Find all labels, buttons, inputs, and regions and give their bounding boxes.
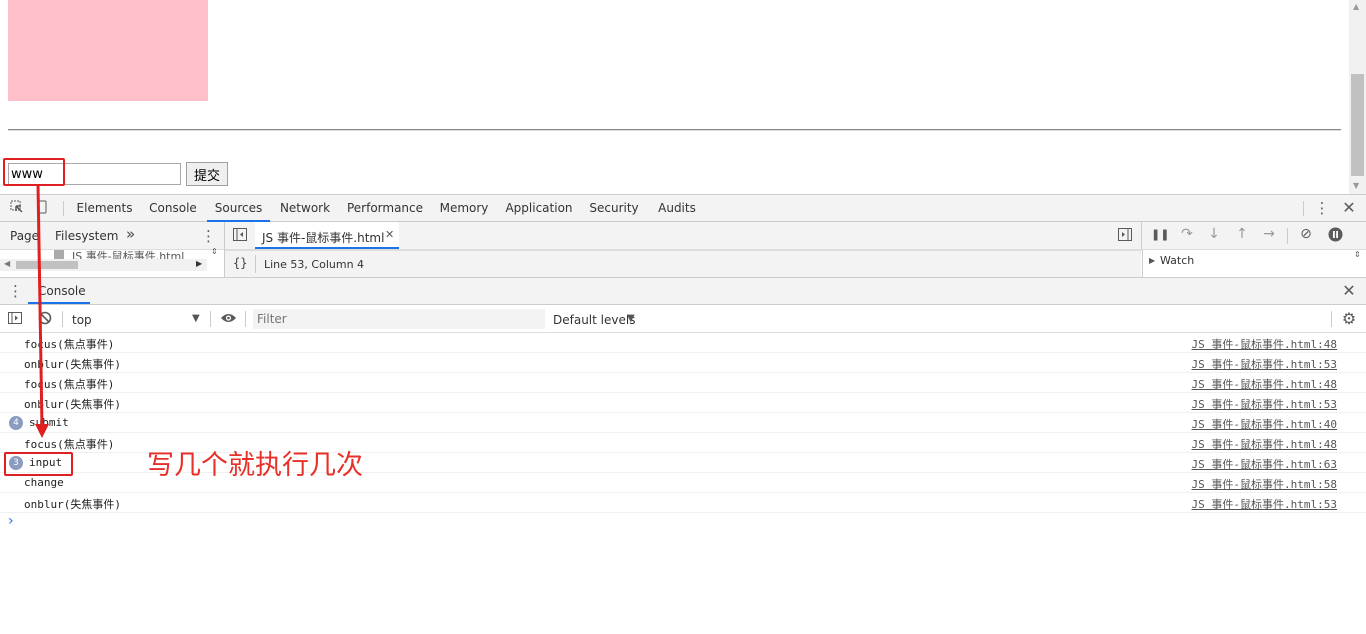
console-source-link[interactable]: JS 事件-鼠标事件.html:58 — [1192, 476, 1337, 492]
highlight-box-count — [4, 452, 73, 476]
annotation-arrow — [35, 183, 49, 438]
annotation-text: 写几个就执行几次 — [147, 450, 363, 481]
sources-panes-row: JS 事件-鼠标事件.html ⇕ ◀ ▶ {} Line 53, Column… — [0, 247, 1366, 277]
log-levels-dropdown[interactable]: Default levels ▼ — [553, 308, 639, 330]
pane-divider — [224, 222, 225, 250]
page-scrollbar[interactable]: ▲ ▼ — [1349, 0, 1366, 194]
status-divider — [255, 255, 256, 273]
more-tabs-icon[interactable]: » — [126, 225, 135, 243]
more-options-icon[interactable]: ⋮ — [1314, 199, 1330, 217]
editor-status-bar: {} Line 53, Column 4 — [225, 250, 1141, 277]
toolbar-divider — [1303, 201, 1304, 216]
tab-console[interactable]: Console — [144, 195, 202, 222]
console-source-link[interactable]: JS 事件-鼠标事件.html:53 — [1192, 356, 1337, 372]
console-message-text: onblur(失焦事件) — [24, 498, 121, 511]
scroll-left-icon[interactable]: ◀ — [4, 259, 10, 268]
console-message-row: focus(焦点事件) JS 事件-鼠标事件.html:48 — [0, 373, 1366, 393]
sources-toolbar: Page Filesystem » ⋮ JS 事件-鼠标事件.html ✕ ❚❚… — [0, 222, 1366, 250]
tab-performance[interactable]: Performance — [343, 195, 427, 222]
debugger-sidebar: ▶ Watch ⇕ — [1142, 250, 1366, 277]
close-icon[interactable]: ✕ — [1340, 198, 1358, 217]
navigator-menu-icon[interactable]: ⋮ — [201, 227, 216, 245]
console-message-row: onblur(失焦事件) JS 事件-鼠标事件.html:53 — [0, 353, 1366, 373]
pause-on-exceptions-icon[interactable] — [1327, 227, 1343, 246]
pretty-print-icon[interactable]: {} — [233, 256, 247, 270]
console-settings-gear-icon[interactable]: ⚙ — [1340, 309, 1358, 328]
toolbar-divider — [1331, 311, 1332, 327]
toolbar-divider — [210, 311, 211, 327]
chevron-down-icon: ▼ — [192, 313, 200, 324]
drawer-tab-bar: ⋮ Console ✕ — [0, 277, 1366, 305]
console-message-text: change — [24, 476, 64, 489]
step-into-icon[interactable]: ↓ — [1207, 226, 1221, 242]
tab-audits[interactable]: Audits — [652, 195, 702, 222]
console-prompt[interactable]: › — [0, 513, 1366, 533]
cursor-position: Line 53, Column 4 — [264, 258, 365, 271]
tab-application[interactable]: Application — [501, 195, 577, 222]
pane-divider — [1141, 222, 1142, 250]
repeat-count-badge: 4 — [9, 416, 23, 430]
context-label: top — [72, 313, 92, 327]
console-source-link[interactable]: JS 事件-鼠标事件.html:40 — [1192, 416, 1337, 432]
close-drawer-icon[interactable]: ✕ — [1340, 281, 1358, 300]
console-source-link[interactable]: JS 事件-鼠标事件.html:63 — [1192, 456, 1337, 472]
console-source-link[interactable]: JS 事件-鼠标事件.html:48 — [1192, 436, 1337, 452]
prompt-chevron-icon: › — [8, 513, 14, 529]
console-source-link[interactable]: JS 事件-鼠标事件.html:48 — [1192, 376, 1337, 392]
horizontal-rule — [8, 129, 1341, 131]
deactivate-breakpoints-icon[interactable]: ⊘ — [1297, 226, 1315, 242]
scroll-down-icon[interactable]: ▼ — [1353, 181, 1359, 190]
devtools-tab-bar: Elements Console Sources Network Perform… — [0, 195, 1366, 222]
tab-security[interactable]: Security — [586, 195, 642, 222]
pink-box — [8, 0, 208, 101]
watch-scroll-icon[interactable]: ⇕ — [1354, 250, 1361, 259]
toolbar-divider — [62, 311, 63, 327]
console-message-row: focus(焦点事件) JS 事件-鼠标事件.html:48 — [0, 333, 1366, 353]
show-sidebar-icon[interactable] — [7, 312, 23, 328]
toolbar-divider — [1287, 228, 1288, 244]
tab-elements[interactable]: Elements — [73, 195, 136, 222]
console-source-link[interactable]: JS 事件-鼠标事件.html:53 — [1192, 496, 1337, 512]
toggle-debugger-icon[interactable] — [1117, 228, 1133, 245]
submit-button[interactable]: 提交 — [186, 162, 228, 186]
step-icon[interactable]: → — [1261, 226, 1277, 242]
drawer-menu-icon[interactable]: ⋮ — [8, 282, 23, 300]
console-source-link[interactable]: JS 事件-鼠标事件.html:48 — [1192, 336, 1337, 352]
toolbar-divider — [63, 201, 64, 216]
editor-tab-label: JS 事件-鼠标事件.html — [262, 231, 385, 245]
close-tab-icon[interactable]: ✕ — [385, 228, 394, 241]
inspect-element-icon[interactable] — [9, 200, 25, 218]
tree-scroll-icon[interactable]: ⇕ — [211, 247, 218, 256]
tab-memory[interactable]: Memory — [435, 195, 493, 222]
nav-tab-filesystem[interactable]: Filesystem — [55, 229, 118, 243]
console-message-row: 4 submit JS 事件-鼠标事件.html:40 — [0, 413, 1366, 433]
console-filter-input[interactable] — [253, 309, 545, 329]
devtools-panel: Elements Console Sources Network Perform… — [0, 194, 1366, 634]
pause-icon[interactable]: ❚❚ — [1151, 228, 1169, 241]
tab-network[interactable]: Network — [276, 195, 334, 222]
toolbar-divider — [245, 311, 246, 327]
chevron-down-icon: ▼ — [627, 313, 635, 324]
watch-section-label[interactable]: Watch — [1160, 254, 1194, 267]
live-expression-eye-icon[interactable] — [219, 311, 237, 329]
log-levels-label: Default levels — [553, 313, 636, 327]
console-message-row: onblur(失焦事件) JS 事件-鼠标事件.html:53 — [0, 393, 1366, 413]
toggle-navigator-icon[interactable] — [232, 228, 248, 245]
step-out-icon[interactable]: ↑ — [1235, 226, 1249, 242]
console-message-row: onblur(失焦事件) JS 事件-鼠标事件.html:53 — [0, 493, 1366, 513]
editor-tab-file[interactable]: JS 事件-鼠标事件.html ✕ — [255, 222, 399, 249]
expand-arrow-icon[interactable]: ▶ — [1149, 256, 1155, 265]
scrollbar-thumb[interactable] — [1351, 74, 1364, 176]
console-source-link[interactable]: JS 事件-鼠标事件.html:53 — [1192, 396, 1337, 412]
scroll-up-icon[interactable]: ▲ — [1353, 2, 1359, 11]
scroll-right-icon[interactable]: ▶ — [196, 259, 202, 268]
step-over-icon[interactable]: ↷ — [1178, 226, 1196, 242]
console-messages: focus(焦点事件) JS 事件-鼠标事件.html:48 onblur(失焦事件… — [0, 333, 1366, 533]
console-toolbar: top ▼ Default levels ▼ ⚙ — [0, 305, 1366, 333]
tab-sources[interactable]: Sources — [207, 195, 270, 222]
context-selector[interactable]: top ▼ — [66, 308, 206, 330]
